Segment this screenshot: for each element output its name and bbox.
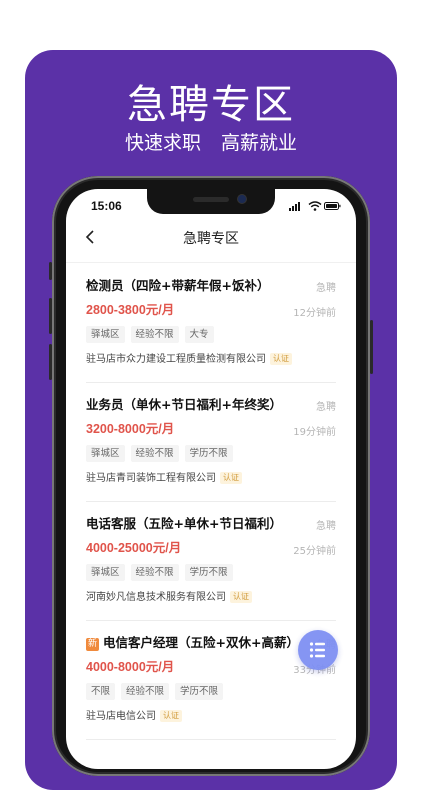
tag-education: 学历不限 bbox=[175, 683, 224, 700]
company-row: 驻马店市众力建设工程质量检测有限公司 认证 bbox=[86, 353, 292, 367]
speaker-grille bbox=[193, 197, 229, 202]
tag-education: 学历不限 bbox=[184, 445, 233, 462]
tag-education: 学历不限 bbox=[184, 564, 233, 581]
phone-screen: 15:06 急聘专区 检测员（四险+带薪年假+饭补） 急聘 2800-3800元… bbox=[66, 189, 356, 769]
card-divider bbox=[86, 501, 336, 502]
tag-experience: 经验不限 bbox=[130, 445, 179, 462]
job-title: 电话客服（五险+单休+节日福利） bbox=[86, 516, 282, 531]
tag-experience: 经验不限 bbox=[130, 564, 179, 581]
posted-time: 25分钟前 bbox=[293, 546, 336, 557]
status-icons bbox=[289, 201, 341, 211]
status-time: 15:06 bbox=[91, 199, 122, 213]
company-row: 河南妙凡信息技术服务有限公司 认证 bbox=[86, 591, 252, 605]
company-row: 驻马店电信公司 认证 bbox=[86, 710, 182, 724]
phone-power-button bbox=[370, 320, 373, 374]
card-divider bbox=[86, 620, 336, 621]
nav-divider bbox=[66, 262, 356, 263]
tag-experience: 经验不限 bbox=[121, 683, 170, 700]
promo-subheadline: 快速求职 高薪就业 bbox=[124, 132, 298, 154]
tag-location: 驿城区 bbox=[86, 326, 125, 343]
posted-time: 12分钟前 bbox=[293, 308, 336, 319]
job-tags: 不限 经验不限 学历不限 bbox=[86, 683, 224, 700]
signal-icon bbox=[289, 202, 300, 211]
battery-icon bbox=[324, 202, 341, 210]
nav-bar: 急聘专区 bbox=[66, 219, 356, 255]
company-name: 驻马店电信公司 bbox=[86, 711, 156, 722]
wifi-icon bbox=[308, 201, 322, 211]
job-salary: 4000-25000元/月 bbox=[86, 541, 182, 555]
verified-badge: 认证 bbox=[270, 353, 292, 365]
tag-education: 大专 bbox=[184, 326, 214, 343]
job-title-text: 电信客户经理（五险+双休+高薪） bbox=[103, 635, 299, 650]
card-divider bbox=[86, 382, 336, 383]
urgent-tag: 急聘 bbox=[316, 402, 336, 413]
company-name: 驻马店青司装饰工程有限公司 bbox=[86, 473, 216, 484]
posted-time: 19分钟前 bbox=[293, 427, 336, 438]
verified-badge: 认证 bbox=[160, 710, 182, 722]
card-divider bbox=[86, 739, 336, 740]
company-name: 驻马店市众力建设工程质量检测有限公司 bbox=[86, 354, 266, 365]
job-salary: 2800-3800元/月 bbox=[86, 303, 175, 317]
job-card[interactable]: 业务员（单休+节日福利+年终奖） 急聘 3200-8000元/月 19分钟前 驿… bbox=[86, 396, 336, 516]
list-icon bbox=[309, 642, 325, 658]
company-name: 河南妙凡信息技术服务有限公司 bbox=[86, 592, 226, 603]
job-salary: 4000-8000元/月 bbox=[86, 660, 175, 674]
tag-experience: 经验不限 bbox=[130, 326, 179, 343]
phone-volume-down bbox=[49, 344, 52, 380]
job-title: 检测员（四险+带薪年假+饭补） bbox=[86, 278, 270, 293]
list-view-button[interactable] bbox=[298, 630, 338, 670]
phone-notch bbox=[147, 189, 275, 214]
tag-location: 不限 bbox=[86, 683, 116, 700]
job-title: 新电信客户经理（五险+双休+高薪） bbox=[86, 634, 299, 652]
job-tags: 驿城区 经验不限 大专 bbox=[86, 326, 214, 343]
tag-location: 驿城区 bbox=[86, 564, 125, 581]
tag-location: 驿城区 bbox=[86, 445, 125, 462]
job-card[interactable]: 电话客服（五险+单休+节日福利） 急聘 4000-25000元/月 25分钟前 … bbox=[86, 515, 336, 635]
promo-headline: 急聘专区 bbox=[127, 82, 295, 128]
phone-mute-switch bbox=[49, 262, 52, 280]
verified-badge: 认证 bbox=[230, 591, 252, 603]
phone-volume-up bbox=[49, 298, 52, 334]
page-title: 急聘专区 bbox=[183, 231, 239, 247]
urgent-tag: 急聘 bbox=[316, 283, 336, 294]
job-tags: 驿城区 经验不限 学历不限 bbox=[86, 445, 233, 462]
job-tags: 驿城区 经验不限 学历不限 bbox=[86, 564, 233, 581]
job-card[interactable]: 检测员（四险+带薪年假+饭补） 急聘 2800-3800元/月 12分钟前 驿城… bbox=[86, 277, 336, 397]
company-row: 驻马店青司装饰工程有限公司 认证 bbox=[86, 472, 242, 486]
new-badge: 新 bbox=[86, 638, 99, 651]
front-camera bbox=[238, 195, 246, 203]
job-salary: 3200-8000元/月 bbox=[86, 422, 175, 436]
job-title: 业务员（单休+节日福利+年终奖） bbox=[86, 397, 282, 412]
verified-badge: 认证 bbox=[220, 472, 242, 484]
urgent-tag: 急聘 bbox=[316, 521, 336, 532]
